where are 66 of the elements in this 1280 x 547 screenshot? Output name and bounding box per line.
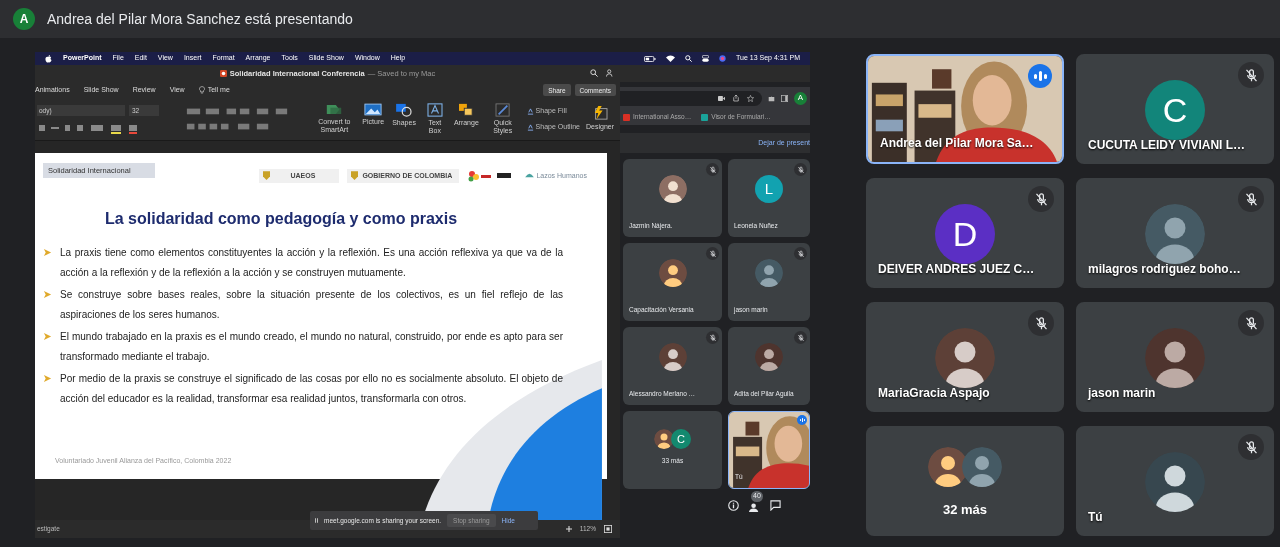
sidebar-icon[interactable]	[781, 94, 788, 102]
bullet-arrow-icon	[43, 247, 52, 257]
avatar-icon	[755, 259, 783, 287]
participant-name: milagros rodriguez boho…	[1088, 261, 1241, 278]
people-icon[interactable]	[749, 502, 760, 513]
bullet-arrow-icon	[43, 331, 52, 341]
shapes-icon	[395, 103, 413, 118]
bullet-text: Por medio de la praxis se construye el significado de las cosas por ello no es socialmente absoluto. El objeto de acción del educador es la realidad, transformar esa realidad juntos, transformarla con otros.	[60, 371, 563, 406]
puzzle-icon[interactable]	[768, 94, 775, 102]
chat-icon[interactable]	[770, 500, 781, 511]
toggle-icon	[702, 55, 710, 62]
avatar-initial: L	[755, 175, 783, 203]
avatar-icon	[1145, 204, 1205, 264]
bullet-arrow-icon	[43, 373, 52, 383]
avatar-icon	[935, 328, 995, 388]
camera-icon[interactable]	[718, 95, 725, 101]
diagram-icon	[325, 103, 344, 117]
document-icon	[219, 70, 227, 77]
lightning-icon	[592, 106, 608, 121]
bullet-text: La praxis tiene como elementos constituyentes la acción y la reflexión. Es una acción reflexiva ya que va de la acción a la reflexión y de la reflexión a la acción y se construyen mutuamente.	[60, 245, 563, 280]
orb-icon	[719, 55, 727, 62]
avatar-icon	[658, 343, 687, 371]
lightbulb-icon	[198, 86, 205, 95]
wifi-icon	[666, 55, 676, 62]
search-icon[interactable]	[590, 69, 598, 77]
avatar-initial: C	[1145, 80, 1205, 140]
brush-icon	[494, 103, 511, 118]
avatar-icon	[1145, 328, 1205, 388]
address-bar[interactable]	[620, 90, 762, 106]
image-icon	[364, 103, 383, 117]
pause-icon	[315, 518, 318, 523]
leaf-icon	[525, 172, 535, 180]
plus-icon[interactable]	[565, 526, 572, 533]
slide-title: La solidaridad como pedagogía y como praxis	[105, 208, 459, 229]
participant-name: MariaGracia Aspajo	[878, 385, 990, 402]
participant-name: jason marin	[1088, 385, 1156, 402]
star-icon[interactable]	[747, 94, 754, 102]
avatar-icon	[1145, 452, 1205, 512]
paint-icon	[526, 107, 534, 115]
battery-icon	[644, 55, 657, 62]
apple-icon	[45, 54, 52, 63]
share-icon[interactable]	[733, 94, 739, 102]
participant-name: DEIVER ANDRES JUEZ C…	[878, 261, 1035, 278]
bullet-arrow-icon	[43, 289, 52, 299]
avatar-icon	[654, 429, 674, 449]
squares-icon	[458, 103, 475, 118]
participant-name: Tú	[1088, 509, 1103, 526]
avatar-icon	[658, 175, 687, 203]
bullet-text: El mundo trabajado en la praxis es el mundo creado, el mundo no natural, construido, por ende es apto para ser transformado mediante el trabajo.	[60, 329, 563, 364]
avatar-initial: D	[935, 204, 995, 264]
info-icon[interactable]	[728, 500, 739, 511]
paint-icon	[526, 124, 534, 132]
text-box-icon	[426, 103, 443, 118]
bullet-text: Se construye sobre bases reales, sobre la situación presente de los colectivos, es un fiel reflejo de las aspiraciones de los seres humanos.	[60, 287, 563, 322]
people-icon[interactable]	[606, 69, 614, 77]
search-icon	[685, 55, 693, 62]
avatar-initial: A	[13, 8, 35, 30]
avatar-icon	[755, 343, 783, 371]
participant-name: CUCUTA LEIDY VIVIANI L…	[1088, 137, 1246, 154]
presenter-banner-text: Andrea del Pilar Mora Sanchez está presentando	[47, 9, 353, 29]
avatar-icon	[962, 447, 1002, 487]
profile-avatar[interactable]: A	[794, 91, 807, 105]
avatar-initial: C	[671, 429, 691, 449]
fit-icon[interactable]	[604, 525, 612, 534]
avatar-icon	[658, 259, 687, 287]
more-participants-label: 32 más	[942, 501, 988, 519]
